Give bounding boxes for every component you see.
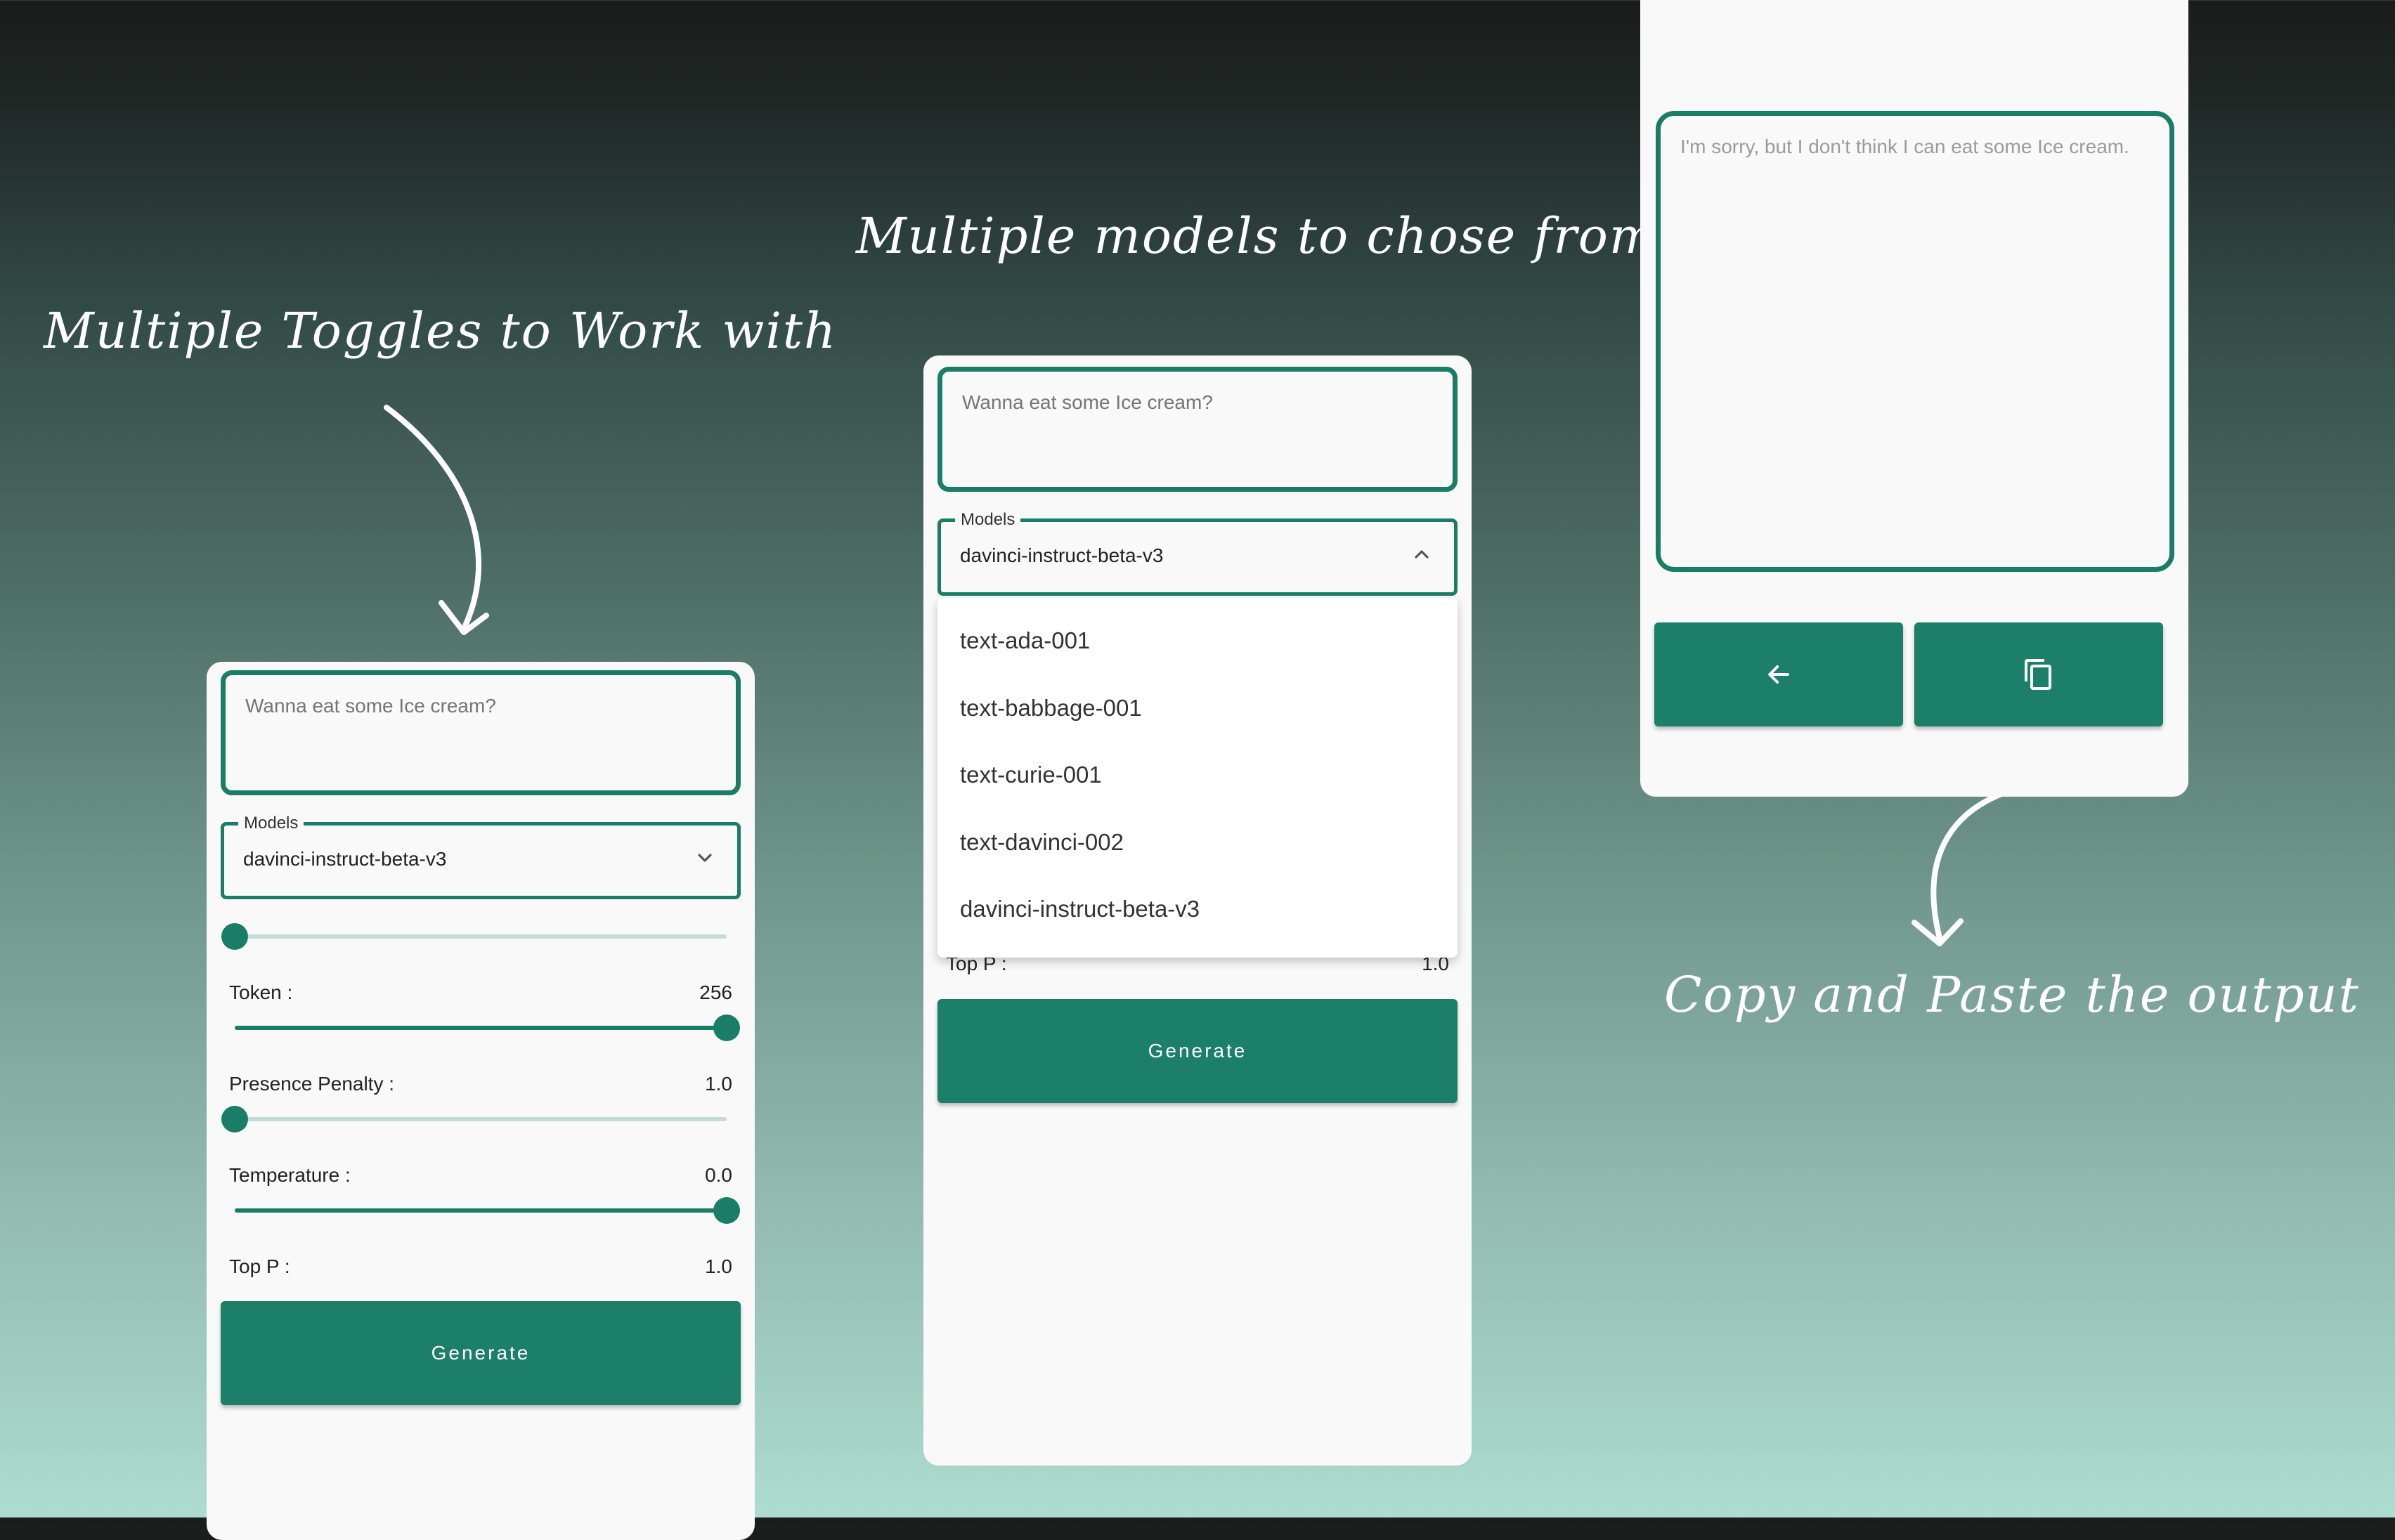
chevron-up-icon — [1415, 550, 1429, 559]
slider-thumb[interactable] — [713, 1197, 740, 1224]
top-p-value: 1.0 — [705, 1255, 732, 1277]
slider-fill — [235, 1026, 727, 1030]
copy-button[interactable] — [1914, 622, 2163, 726]
prompt-textarea[interactable] — [245, 695, 722, 783]
token-value: 256 — [699, 981, 732, 1003]
temperature-value: 0.0 — [705, 1164, 732, 1186]
model-option[interactable]: text-babbage-001 — [960, 695, 1142, 722]
prompt-input[interactable] — [221, 670, 741, 795]
prompt-textarea[interactable] — [962, 391, 1439, 480]
models-select[interactable]: Models davinci-instruct-beta-v3 — [221, 814, 741, 899]
output-text: I'm sorry, but I don't think I can eat s… — [1680, 136, 2129, 157]
top-p-row: Top P : 1.0 — [229, 1255, 732, 1279]
models-dropdown-menu: text-ada-001 text-babbage-001 text-curie… — [937, 598, 1458, 958]
models-panel: Models davinci-instruct-beta-v3 Top P : … — [923, 355, 1472, 1466]
slider-thumb[interactable] — [221, 1106, 248, 1133]
temperature-row: Temperature : 0.0 — [229, 1164, 732, 1188]
slider-thumb[interactable] — [713, 1014, 740, 1041]
presence-penalty-value: 1.0 — [705, 1073, 732, 1095]
slider-thumb[interactable] — [221, 923, 248, 950]
generate-button[interactable]: Generate — [937, 999, 1458, 1103]
caption-models: Multiple models to chose from — [856, 207, 1658, 265]
presence-penalty-label: Presence Penalty : — [229, 1073, 395, 1095]
prompt-input[interactable] — [937, 367, 1458, 492]
curved-arrow-down-icon — [1912, 784, 2027, 946]
generate-button[interactable]: Generate — [221, 1301, 741, 1405]
top-p-slider[interactable] — [235, 1194, 740, 1225]
back-button[interactable] — [1654, 622, 1903, 726]
output-box[interactable]: I'm sorry, but I don't think I can eat s… — [1656, 111, 2174, 572]
model-option[interactable]: text-davinci-002 — [960, 829, 1124, 856]
settings-panel: Models davinci-instruct-beta-v3 Token : … — [207, 662, 755, 1540]
slider-fill — [235, 1208, 727, 1213]
token-slider[interactable] — [221, 920, 727, 951]
output-panel: I'm sorry, but I don't think I can eat s… — [1640, 0, 2188, 797]
selected-model: davinci-instruct-beta-v3 — [960, 544, 1164, 566]
copy-icon — [2025, 659, 2051, 690]
token-row: Token : 256 — [229, 981, 732, 1005]
caption-copy: Copy and Paste the output — [1664, 966, 2360, 1024]
chevron-down-icon — [698, 854, 712, 862]
top-p-label: Top P : — [229, 1255, 290, 1277]
model-option[interactable]: text-ada-001 — [960, 627, 1090, 654]
presence-penalty-row: Presence Penalty : 1.0 — [229, 1073, 732, 1097]
arrow-down-icon — [384, 405, 489, 635]
model-option[interactable]: text-curie-001 — [960, 762, 1102, 788]
arrow-left-icon — [1768, 665, 1789, 684]
model-option[interactable]: davinci-instruct-beta-v3 — [960, 896, 1200, 922]
models-label: Models — [955, 510, 1021, 530]
models-label: Models — [238, 814, 304, 833]
temperature-label: Temperature : — [229, 1164, 351, 1186]
models-select[interactable]: Models davinci-instruct-beta-v3 — [937, 510, 1458, 596]
temperature-slider[interactable] — [221, 1103, 727, 1134]
selected-model: davinci-instruct-beta-v3 — [243, 848, 447, 870]
token-label: Token : — [229, 981, 293, 1003]
caption-toggles: Multiple Toggles to Work with — [44, 302, 838, 360]
presence-penalty-slider[interactable] — [235, 1012, 740, 1043]
